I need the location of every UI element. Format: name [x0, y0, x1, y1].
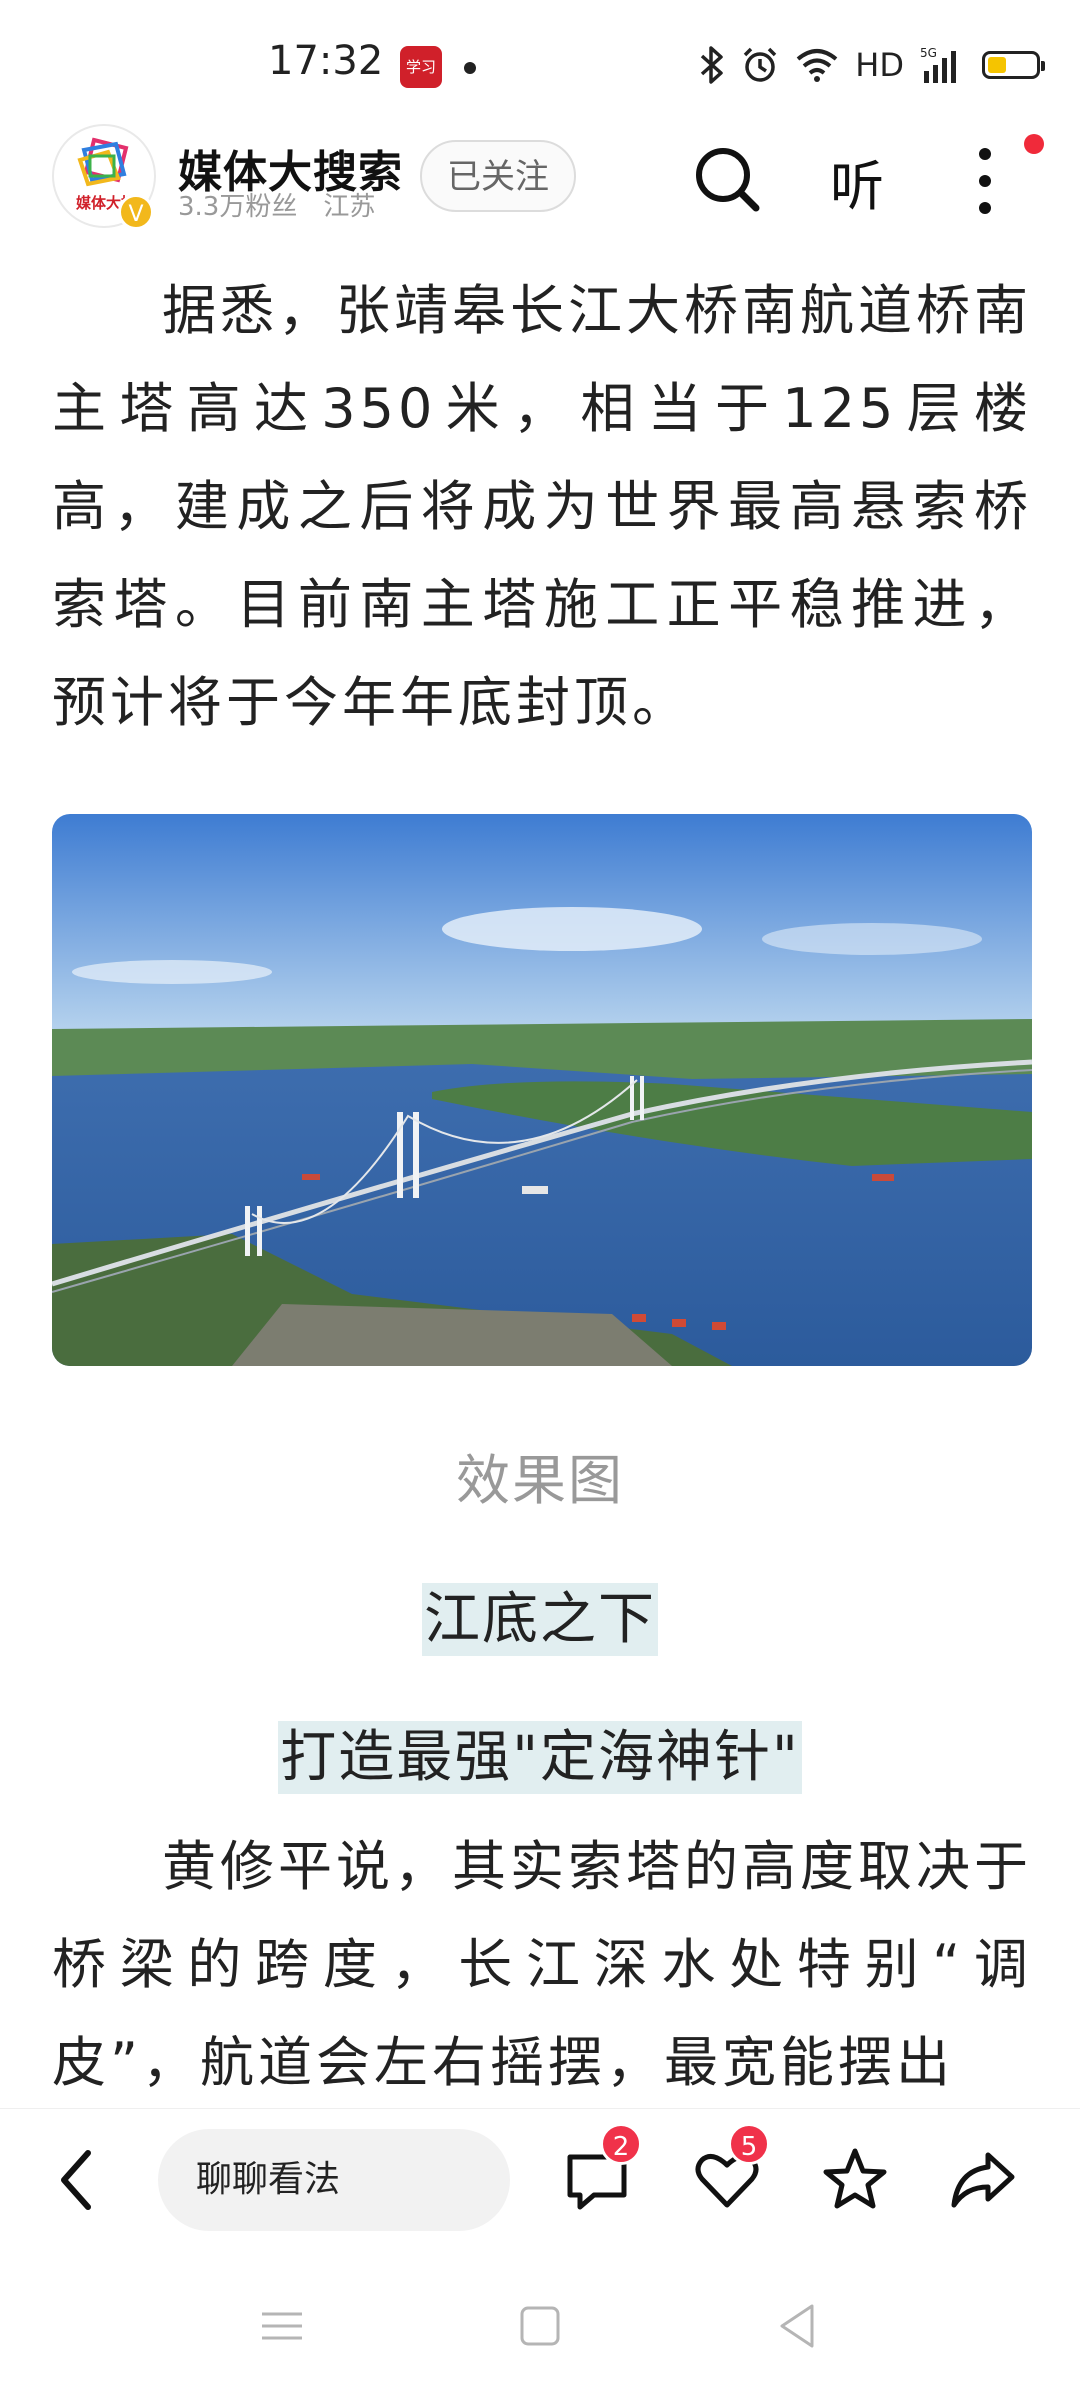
paragraph-text: 黄修平说，其实索塔的高度取决于桥梁的跨度，长江深水处特别“调皮”，航道会左右摇摆…: [52, 1835, 1032, 2094]
account-meta: 3.3万粉丝 江苏: [178, 186, 401, 223]
comment-input[interactable]: 聊聊看法: [158, 2129, 510, 2231]
account-location: 江苏: [323, 192, 376, 222]
image-caption: 效果图: [456, 1449, 624, 1512]
share-arrow-icon[interactable]: [946, 2143, 1020, 2217]
comment-count-badge: 2: [600, 2123, 642, 2165]
favorite-star-icon[interactable]: [818, 2143, 892, 2217]
battery-icon: [982, 51, 1045, 79]
paragraph-text: 据悉，张靖皋长江大桥南航道桥南主塔高达350米，相当于125层楼高，建成之后将成…: [52, 279, 1032, 734]
system-navigation-bar: [0, 2250, 1080, 2400]
search-icon[interactable]: [692, 144, 762, 214]
bluetooth-icon: [701, 46, 724, 84]
bridge-rendering-image[interactable]: [52, 814, 1032, 1366]
article-paragraph: 黄修平说，其实索塔的高度取决于桥梁的跨度，长江深水处特别“调皮”，航道会左右摇摆…: [52, 1818, 1032, 2112]
status-time: 17:32: [268, 38, 384, 84]
article-paragraph: 据悉，张靖皋长江大桥南航道桥南主塔高达350米，相当于125层楼高，建成之后将成…: [52, 262, 1032, 752]
bottom-action-bar: 聊聊看法 2 5: [0, 2108, 1080, 2251]
article-header: 媒体大搜 V 媒体大搜索 3.3万粉丝 江苏 已关注 听: [0, 120, 1080, 250]
listen-button[interactable]: 听: [830, 142, 884, 221]
back-triangle-icon[interactable]: [768, 2296, 828, 2356]
section-subheading: 打造最强"定海神针": [0, 1712, 1080, 1794]
signal-icon: 5G: [920, 46, 956, 83]
section-subheading-text: 打造最强"定海神针": [278, 1721, 802, 1794]
menu-lines-icon[interactable]: [252, 2296, 312, 2356]
wifi-icon: [797, 49, 838, 82]
more-options-icon[interactable]: [970, 144, 1000, 218]
follower-count: 3.3万粉丝: [178, 192, 298, 222]
notification-dot-icon: [464, 62, 476, 74]
follow-button[interactable]: 已关注: [420, 140, 576, 212]
xuexi-app-icon: 学习: [400, 46, 442, 88]
status-bar: 17:32 学习 HD 5G: [0, 0, 1080, 130]
verified-badge-icon: V: [118, 194, 154, 230]
signal-5g-label: 5G: [920, 46, 937, 60]
new-notification-dot: [1024, 134, 1044, 154]
network-hd-label: HD: [855, 46, 904, 84]
status-icons: HD 5G: [699, 42, 1045, 88]
back-arrow-icon[interactable]: [52, 2145, 102, 2215]
alarm-icon: [744, 47, 777, 82]
home-square-icon[interactable]: [510, 2296, 570, 2356]
like-count-badge: 5: [728, 2123, 770, 2165]
section-heading: 江底之下: [0, 1574, 1080, 1656]
section-heading-text: 江底之下: [422, 1583, 658, 1656]
